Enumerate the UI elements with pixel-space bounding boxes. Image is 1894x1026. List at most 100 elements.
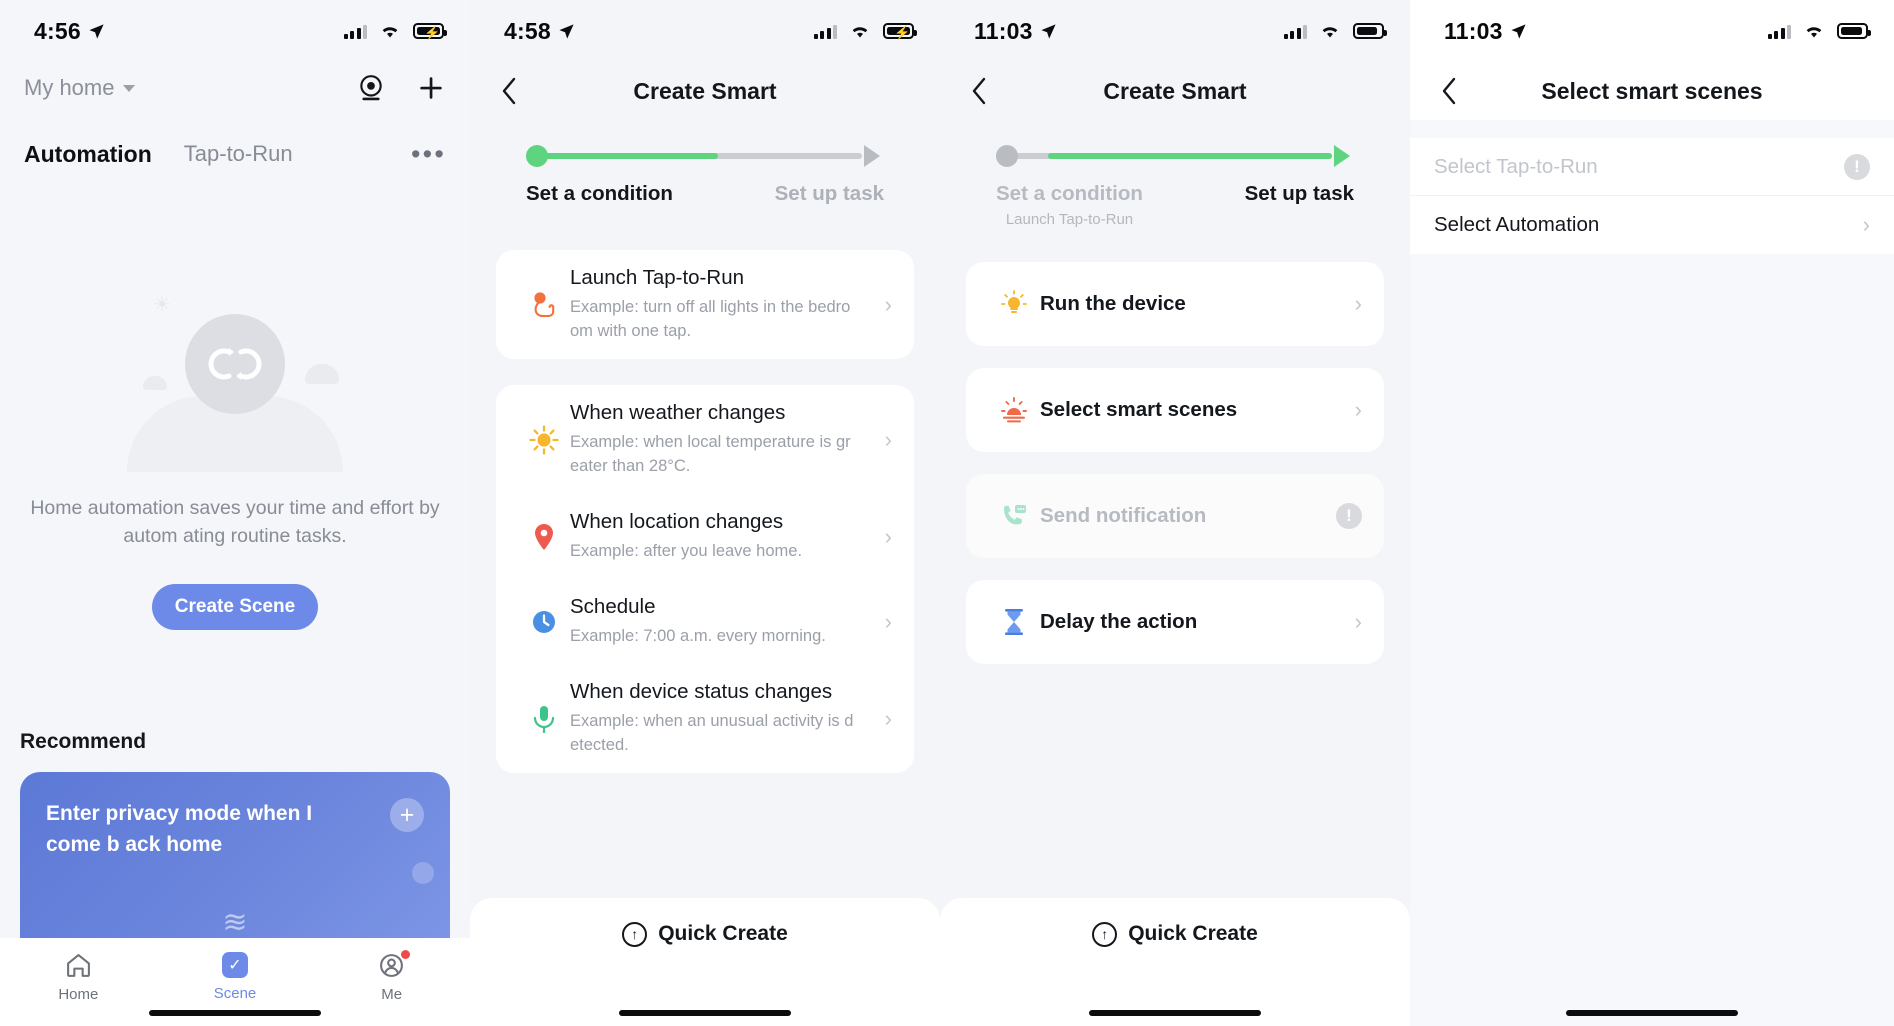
- option-row-select-automation[interactable]: Select Automation ›: [1410, 196, 1894, 254]
- stepper-track: [996, 145, 1354, 167]
- stepper-track: [526, 145, 884, 167]
- sensor-icon: [518, 702, 570, 736]
- check-square-icon: ✓: [222, 952, 248, 978]
- stepper-label-condition: Set a condition: [996, 182, 1143, 205]
- panel-create-smart-condition: 4:58 ⚡ Create Smart Set a condition Set …: [470, 0, 940, 1026]
- home-indicator: [149, 1010, 321, 1016]
- wifi-icon: [1322, 27, 1338, 38]
- location-arrow-icon: [89, 23, 104, 39]
- condition-title: When device status changes: [570, 680, 833, 703]
- condition-card-launch: Launch Tap-to-Run Example: turn off all …: [496, 250, 914, 359]
- tab-me[interactable]: Me: [313, 950, 470, 1003]
- stepper-arrow-head: [864, 145, 880, 167]
- tab-tap-to-run[interactable]: Tap-to-Run: [184, 141, 293, 167]
- empty-illustration: ☀: [105, 292, 365, 472]
- stepper-line-fill: [1048, 153, 1332, 159]
- task-card-delay-action: Delay the action ›: [966, 580, 1384, 664]
- location-pin-icon: [518, 521, 570, 553]
- quick-create-label: Quick Create: [1128, 922, 1258, 945]
- tab-home[interactable]: Home: [0, 952, 157, 1003]
- home-icon: [66, 954, 90, 977]
- condition-row-location[interactable]: When location changes Example: after you…: [496, 494, 914, 579]
- status-indicators: ⚡: [343, 22, 447, 40]
- task-title: Send notification: [1040, 504, 1207, 527]
- info-icon[interactable]: !: [1844, 153, 1870, 180]
- task-row-select-smart-scenes[interactable]: Select smart scenes ›: [966, 368, 1384, 452]
- location-arrow-icon: [1510, 23, 1526, 39]
- stepper-label-task: Set up task: [774, 182, 884, 205]
- header-actions: [356, 73, 446, 103]
- quick-create-bar[interactable]: ↑ Quick Create: [470, 898, 940, 1026]
- empty-state-text: Home automation saves your time and effo…: [30, 497, 440, 547]
- nav-bar: Create Smart: [940, 62, 1410, 120]
- home-selector[interactable]: My home: [24, 75, 136, 101]
- battery-icon: [1353, 23, 1387, 39]
- back-chevron-icon[interactable]: [962, 74, 996, 108]
- plus-icon[interactable]: [416, 73, 446, 103]
- status-time-group: 4:56: [34, 18, 105, 45]
- upload-circle-icon: ↑: [1092, 921, 1118, 947]
- condition-row-device-status[interactable]: When device status changes Example: when…: [496, 664, 914, 773]
- nav-bar: Create Smart: [470, 62, 940, 120]
- condition-row-weather[interactable]: When weather changes Example: when local…: [496, 385, 914, 494]
- sun-icon: [518, 424, 570, 456]
- progress-stepper: Set a condition Set up task: [470, 145, 940, 206]
- condition-row-launch-tap-to-run[interactable]: Launch Tap-to-Run Example: turn off all …: [496, 250, 914, 359]
- stepper-arrow-head: [1334, 145, 1350, 167]
- location-arrow-icon: [1040, 23, 1056, 39]
- chevron-right-icon: ›: [884, 426, 892, 452]
- status-indicators: [1283, 22, 1387, 40]
- task-row-run-device[interactable]: Run the device ›: [966, 262, 1384, 346]
- task-card-send-notification: Send notification !: [966, 474, 1384, 558]
- condition-text: Launch Tap-to-Run Example: turn off all …: [570, 250, 872, 359]
- condition-text: When device status changes Example: when…: [570, 664, 872, 773]
- status-bar: 4:58 ⚡: [470, 0, 940, 62]
- cellular-signal-icon: [343, 24, 367, 39]
- condition-row-schedule[interactable]: Schedule Example: 7:00 a.m. every mornin…: [496, 579, 914, 664]
- automation-loop-icon: [208, 348, 262, 380]
- task-row-delay-the-action[interactable]: Delay the action ›: [966, 580, 1384, 664]
- hourglass-icon: [988, 606, 1040, 638]
- more-options-icon[interactable]: •••: [411, 141, 446, 168]
- back-chevron-icon[interactable]: [1432, 74, 1466, 108]
- cellular-signal-icon: [1283, 24, 1307, 39]
- info-icon[interactable]: !: [1336, 503, 1362, 529]
- option-row-select-tap-to-run: Select Tap-to-Run !: [1410, 138, 1894, 196]
- tab-scene[interactable]: ✓ Scene: [157, 952, 314, 1002]
- plus-circle-icon[interactable]: +: [390, 798, 424, 832]
- home-indicator: [619, 1010, 791, 1016]
- tab-automation[interactable]: Automation: [24, 141, 152, 168]
- stepper-label-task: Set up task: [1244, 182, 1354, 205]
- task-text: Run the device: [1040, 276, 1342, 332]
- status-time-group: 11:03: [974, 18, 1057, 45]
- tab-me-label: Me: [381, 986, 403, 1003]
- empty-state: ☀ Home automation saves your time and ef…: [0, 292, 470, 630]
- chevron-right-icon: ›: [1354, 609, 1362, 634]
- chevron-right-icon: ›: [884, 705, 892, 731]
- stepper-labels: Set a condition Launch Tap-to-Run Set up…: [996, 182, 1354, 228]
- upload-circle-icon: ↑: [622, 921, 648, 947]
- status-time-group: 4:58: [504, 18, 575, 45]
- condition-title: When weather changes: [570, 401, 786, 424]
- stepper-step-task: Set up task: [1245, 182, 1354, 228]
- wifi-icon: [1806, 27, 1822, 38]
- wifi-icon: [382, 27, 398, 38]
- task-title: Delay the action: [1040, 610, 1198, 633]
- back-chevron-icon[interactable]: [492, 74, 526, 108]
- recommend-card[interactable]: Enter privacy mode when I come b ack hom…: [20, 772, 450, 952]
- chevron-right-icon: ›: [884, 291, 892, 317]
- quick-create-button[interactable]: ↑ Quick Create: [940, 898, 1410, 970]
- quick-create-bar[interactable]: ↑ Quick Create: [940, 898, 1410, 1026]
- condition-title: Schedule: [570, 595, 656, 618]
- stepper-labels: Set a condition Set up task: [526, 182, 884, 206]
- page-title: Select smart scenes: [1541, 77, 1763, 104]
- scan-icon[interactable]: [356, 73, 386, 103]
- task-card-smart-scenes: Select smart scenes ›: [966, 368, 1384, 452]
- create-scene-button[interactable]: Create Scene: [152, 584, 318, 630]
- condition-text: When weather changes Example: when local…: [570, 385, 872, 494]
- status-bar: 4:56 ⚡: [0, 0, 470, 62]
- quick-create-button[interactable]: ↑ Quick Create: [470, 898, 940, 970]
- condition-desc: Example: after you leave home.: [570, 542, 803, 560]
- chevron-right-icon: ›: [1354, 291, 1362, 316]
- status-indicators: ⚡: [813, 22, 917, 40]
